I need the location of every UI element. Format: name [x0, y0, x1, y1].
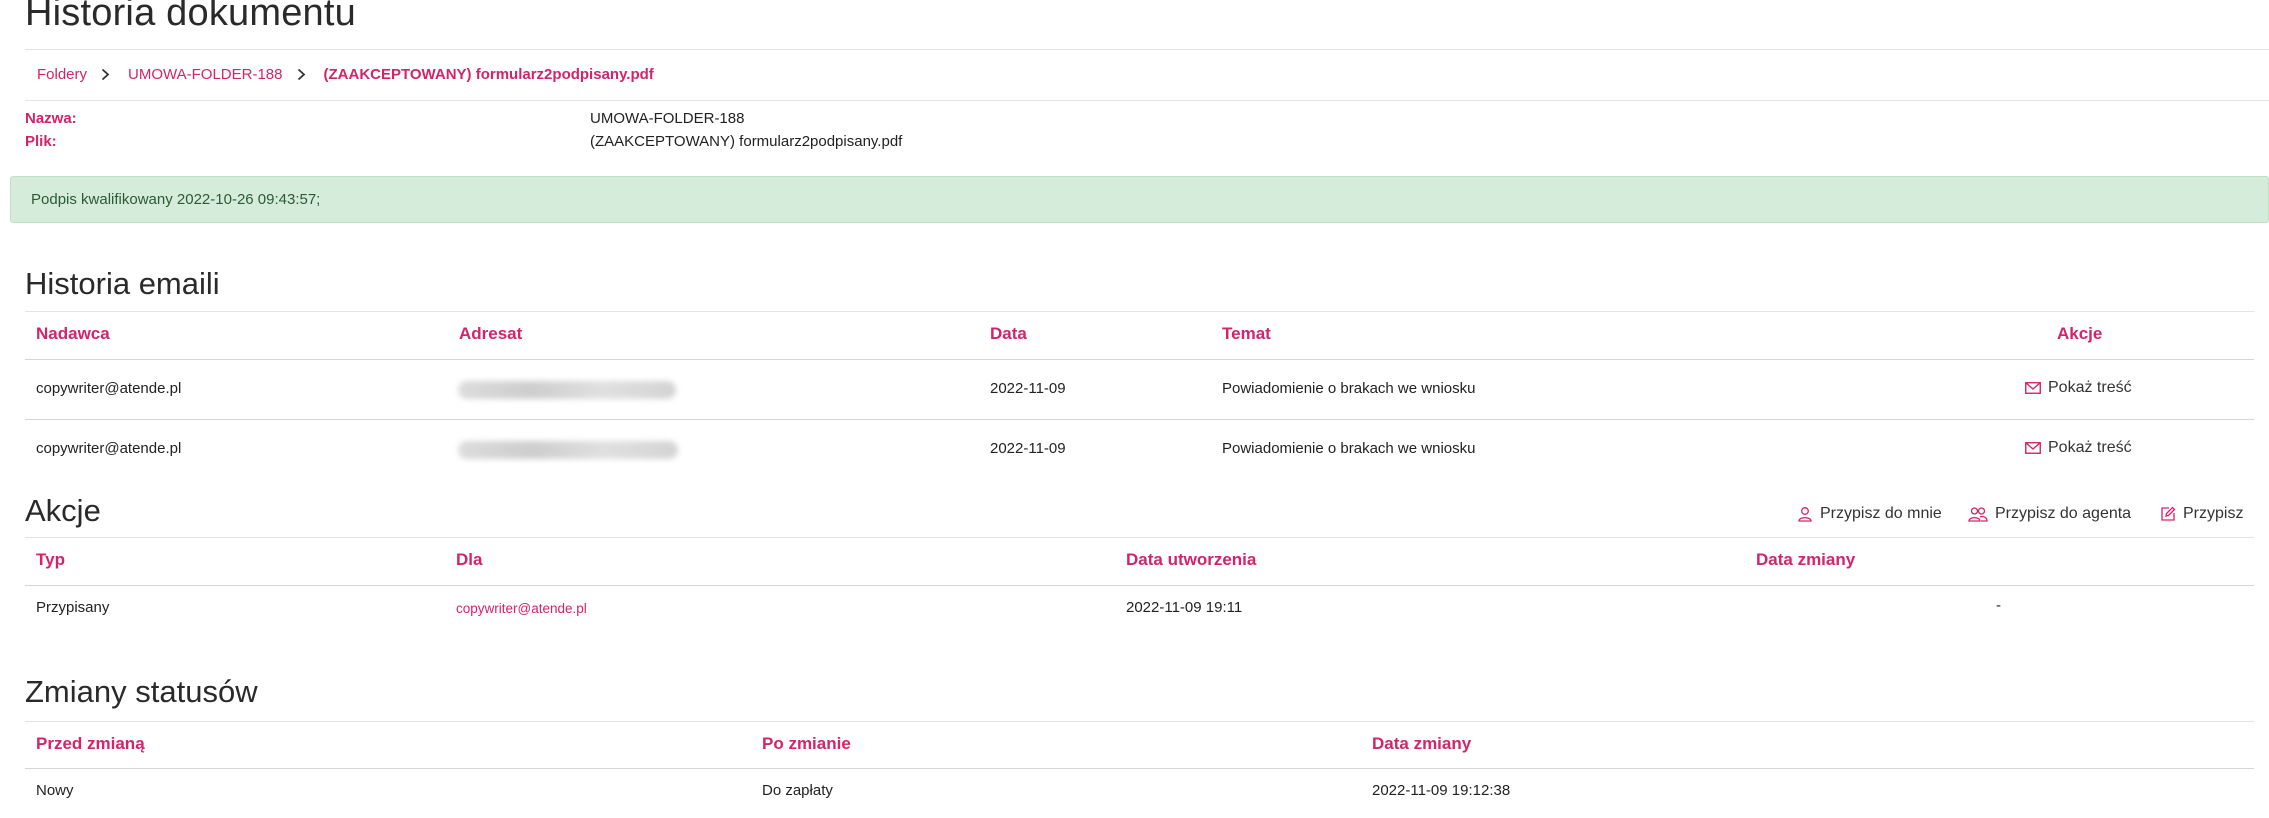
- breadcrumb-divider: [25, 100, 2269, 101]
- page: Historia dokumentu Foldery UMOWA-FOLDER-…: [0, 0, 2269, 818]
- breadcrumb-item-current: (ZAAKCEPTOWANY) formularz2podpisany.pdf: [323, 65, 654, 83]
- emails-row-1-subject: Powiadomienie o brakach we wniosku: [1222, 380, 1476, 397]
- actions-header-created: Data utworzenia: [1126, 550, 1257, 569]
- emails-header-border: [25, 359, 2254, 360]
- chevron-right-icon: [101, 68, 110, 81]
- emails-row-2-show-content-button[interactable]: Pokaż treść: [2025, 439, 2132, 457]
- statuses-row-1-before: Nowy: [36, 782, 74, 799]
- statuses-section-title: Zmiany statusów: [25, 674, 258, 709]
- statuses-header-border: [25, 768, 2254, 769]
- actions-header-border: [25, 585, 2254, 586]
- emails-row-1-recipient-redacted: [458, 381, 676, 399]
- show-content-label: Pokaż treść: [2048, 379, 2132, 396]
- envelope-icon: [2025, 442, 2041, 454]
- actions-section-title: Akcje: [25, 493, 101, 528]
- title-divider: [25, 49, 2269, 50]
- emails-row-2-subject: Powiadomienie o brakach we wniosku: [1222, 440, 1476, 457]
- name-label: Nazwa:: [25, 110, 77, 127]
- page-title: Historia dokumentu: [25, 0, 356, 34]
- show-content-label: Pokaż treść: [2048, 439, 2132, 456]
- emails-header-actions: Akcje: [2057, 324, 2103, 343]
- actions-row-1-for-link[interactable]: copywriter@atende.pl: [456, 601, 587, 616]
- emails-row-1-date: 2022-11-09: [990, 380, 1066, 397]
- file-label: Plik:: [25, 133, 57, 150]
- statuses-row-1-after: Do zapłaty: [762, 782, 833, 799]
- emails-header-recipient: Adresat: [459, 324, 523, 343]
- actions-row-1-created: 2022-11-09 19:11: [1126, 599, 1243, 616]
- emails-row-2-sender: copywriter@atende.pl: [36, 440, 182, 457]
- emails-row-1-sender: copywriter@atende.pl: [36, 380, 182, 397]
- assign-button[interactable]: Przypisz: [2160, 505, 2243, 523]
- assign-to-me-button[interactable]: Przypisz do mnie: [1797, 505, 1942, 523]
- envelope-icon: [2025, 382, 2041, 394]
- user-icon: [1797, 506, 1813, 522]
- assign-to-agent-label: Przypisz do agenta: [1995, 505, 2132, 522]
- actions-table-top-border: [25, 537, 2254, 538]
- actions-row-1-changed: -: [1996, 597, 2001, 614]
- file-value: (ZAAKCEPTOWANY) formularz2podpisany.pdf: [590, 133, 903, 150]
- assign-to-me-label: Przypisz do mnie: [1820, 505, 1942, 522]
- emails-header-subject: Temat: [1222, 324, 1271, 343]
- assign-to-agent-button[interactable]: Przypisz do agenta: [1968, 505, 2131, 523]
- actions-header-changed: Data zmiany: [1756, 550, 1856, 569]
- emails-row-divider: [25, 419, 2254, 420]
- signature-alert: Podpis kwalifikowany 2022-10-26 09:43:57…: [10, 176, 2269, 223]
- emails-section-title: Historia emaili: [25, 266, 220, 301]
- statuses-header-before: Przed zmianą: [36, 734, 145, 753]
- emails-row-1-show-content-button[interactable]: Pokaż treść: [2025, 379, 2132, 397]
- emails-row-2-recipient-redacted: [458, 441, 678, 459]
- name-value: UMOWA-FOLDER-188: [590, 110, 745, 127]
- users-icon: [1968, 506, 1988, 522]
- actions-row-1-type: Przypisany: [36, 599, 110, 616]
- assign-label: Przypisz: [2183, 505, 2244, 522]
- actions-header-type: Typ: [36, 550, 65, 569]
- statuses-row-1-date: 2022-11-09 19:12:38: [1372, 782, 1511, 799]
- chevron-right-icon: [297, 68, 306, 81]
- breadcrumb: Foldery UMOWA-FOLDER-188 (ZAAKCEPTOWANY)…: [37, 62, 654, 86]
- edit-icon: [2160, 506, 2176, 522]
- emails-table-top-border: [25, 311, 2254, 312]
- statuses-header-after: Po zmianie: [762, 734, 851, 753]
- breadcrumb-item-folder[interactable]: UMOWA-FOLDER-188: [128, 66, 282, 83]
- actions-header-for: Dla: [456, 550, 483, 569]
- emails-row-2-date: 2022-11-09: [990, 440, 1066, 457]
- statuses-table-top-border: [25, 721, 2254, 722]
- emails-header-sender: Nadawca: [36, 324, 110, 343]
- statuses-header-date: Data zmiany: [1372, 734, 1472, 753]
- breadcrumb-item-folders[interactable]: Foldery: [37, 66, 87, 83]
- emails-header-date: Data: [990, 324, 1027, 343]
